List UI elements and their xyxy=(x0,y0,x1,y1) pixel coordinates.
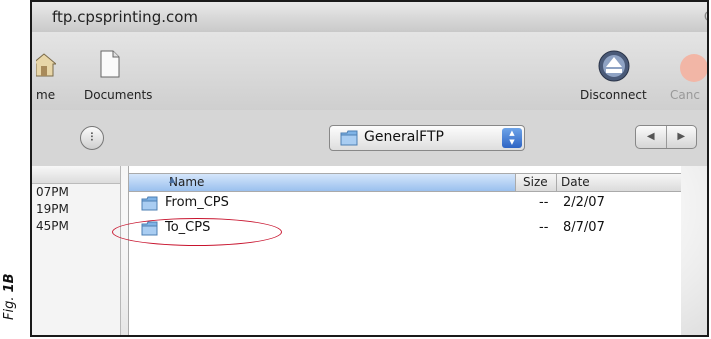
figure-label: Fig. 1B xyxy=(2,273,17,320)
figure-number: 1B xyxy=(2,273,17,293)
cancel-icon[interactable] xyxy=(678,52,707,88)
path-bar: ⁝ GeneralFTP ▲ ▼ ◀ ▶ xyxy=(32,110,707,166)
cancel-button-label[interactable]: Canc xyxy=(670,88,700,102)
file-date: 8/7/07 xyxy=(563,220,605,235)
action-menu-button[interactable]: ⁝ xyxy=(80,126,104,150)
local-column-header[interactable] xyxy=(32,166,120,184)
popup-arrows-icon: ▲ ▼ xyxy=(502,128,522,148)
ftp-window: ftp.cpsprinting.com C me Documents xyxy=(30,0,709,337)
date-column-header[interactable]: Date xyxy=(561,175,590,189)
highlight-annotation xyxy=(112,218,282,246)
file-date: 2/2/07 xyxy=(563,195,605,210)
local-row-time[interactable]: 45PM xyxy=(32,218,120,235)
documents-icon[interactable] xyxy=(100,50,120,82)
home-icon[interactable] xyxy=(32,52,58,82)
figure-prefix: Fig. xyxy=(2,296,17,320)
forward-button[interactable]: ▶ xyxy=(667,126,697,148)
local-files-pane: 07PM 19PM 45PM xyxy=(32,166,121,335)
title-bar[interactable]: ftp.cpsprinting.com C xyxy=(32,2,707,32)
disconnect-icon[interactable] xyxy=(598,50,630,86)
back-button[interactable]: ◀ xyxy=(636,126,666,148)
window-title: ftp.cpsprinting.com xyxy=(52,8,199,26)
size-column-header[interactable]: Size xyxy=(523,175,548,189)
sort-ascending-icon: ▲ xyxy=(169,175,176,184)
current-folder-label: GeneralFTP xyxy=(364,129,444,145)
disconnect-button-label[interactable]: Disconnect xyxy=(580,88,647,102)
window-control-icon[interactable]: C xyxy=(704,10,707,25)
documents-button-label[interactable]: Documents xyxy=(84,88,152,102)
column-header: Name ▲ Size Date xyxy=(129,173,681,192)
folder-icon xyxy=(340,130,358,150)
file-row-from-cps[interactable]: From_CPS -- 2/2/07 xyxy=(129,194,681,213)
back-forward-control: ◀ ▶ xyxy=(635,125,697,149)
file-name: From_CPS xyxy=(165,195,229,210)
remote-files-pane: Name ▲ Size Date From_CPS -- 2/2/07 To_C… xyxy=(128,166,681,335)
local-row-time[interactable]: 19PM xyxy=(32,201,120,218)
folder-popup[interactable]: GeneralFTP ▲ ▼ xyxy=(329,125,525,151)
file-size: -- xyxy=(539,220,549,235)
folder-icon xyxy=(141,196,158,215)
file-size: -- xyxy=(539,195,549,210)
toolbar: me Documents Disconnect Canc xyxy=(32,32,707,110)
column-divider xyxy=(556,174,557,191)
local-row-time[interactable]: 07PM xyxy=(32,184,120,201)
home-button-label[interactable]: me xyxy=(36,88,55,102)
name-column-header[interactable]: Name ▲ xyxy=(129,174,516,191)
